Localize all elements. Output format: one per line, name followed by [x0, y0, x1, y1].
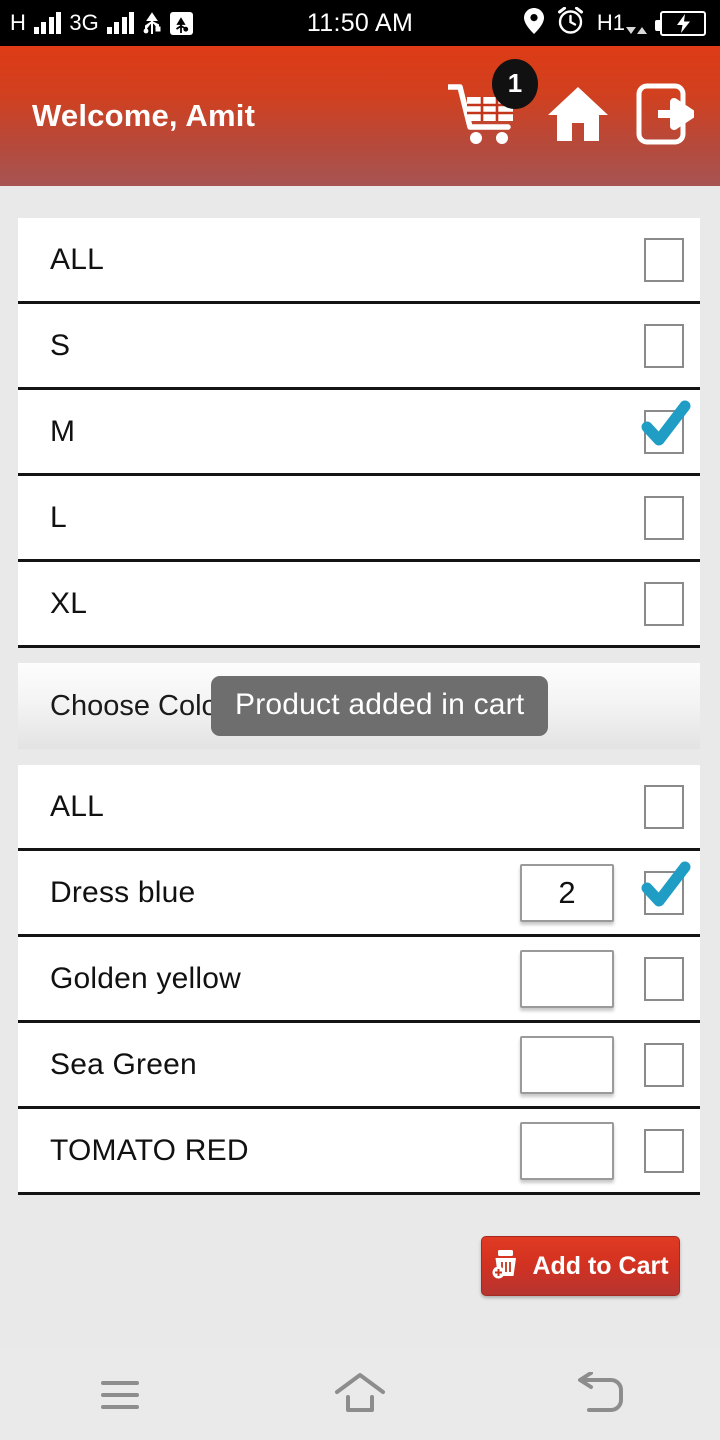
alarm-clock-icon: [557, 6, 584, 39]
size-row[interactable]: L: [18, 476, 700, 562]
status-bar: H 3G 11:50 AM H1: [0, 0, 720, 46]
back-button[interactable]: [480, 1370, 720, 1419]
home-icon: [546, 85, 610, 148]
toast-message: Product added in cart: [211, 676, 549, 736]
color-checkbox[interactable]: [628, 861, 700, 915]
add-to-cart-button[interactable]: Add to Cart: [481, 1236, 680, 1296]
color-row[interactable]: Sea Green: [18, 1023, 700, 1109]
color-label: Sea Green: [50, 1047, 197, 1081]
size-row[interactable]: ALL: [18, 218, 700, 304]
quantity-input[interactable]: [520, 949, 614, 1008]
color-label: ALL: [50, 789, 104, 823]
add-to-cart-label: Add to Cart: [532, 1251, 669, 1280]
color-checkbox[interactable]: [628, 956, 700, 1001]
color-label: Dress blue: [50, 875, 196, 909]
color-checkbox[interactable]: [628, 784, 700, 829]
size-label: ALL: [50, 242, 104, 276]
size-label: M: [50, 414, 76, 448]
header-actions: 1: [446, 58, 702, 150]
cart-badge-count: 1: [492, 58, 538, 109]
quantity-input[interactable]: [520, 1121, 614, 1180]
h1-data-icon: H1: [597, 12, 647, 34]
color-row[interactable]: Dress blue 2: [18, 851, 700, 937]
quantity-input[interactable]: [520, 1035, 614, 1094]
color-label: Golden yellow: [50, 961, 242, 995]
size-checkbox[interactable]: [628, 495, 700, 540]
color-row[interactable]: Golden yellow: [18, 937, 700, 1023]
size-checkbox[interactable]: [628, 400, 700, 454]
size-list: ALL S M L XL: [18, 218, 700, 648]
size-label: L: [50, 500, 67, 534]
size-row[interactable]: M: [18, 390, 700, 476]
home-nav-button[interactable]: [240, 1372, 480, 1419]
back-icon: [575, 1370, 625, 1419]
color-row[interactable]: ALL: [18, 765, 700, 851]
color-row[interactable]: TOMATO RED: [18, 1109, 700, 1195]
cart-button[interactable]: 1: [446, 58, 538, 150]
menu-icon: [101, 1381, 139, 1409]
recents-button[interactable]: [0, 1381, 240, 1409]
system-navigation-bar: [0, 1350, 720, 1440]
logout-icon: [636, 83, 696, 150]
color-label: TOMATO RED: [50, 1133, 249, 1167]
app-screen: H 3G 11:50 AM H1 Welcome, Amit 1 ALL S M…: [0, 0, 720, 1440]
color-list: ALL Dress blue 2 Golden yellow Sea Green TOMA…: [18, 765, 700, 1195]
home-button[interactable]: [546, 85, 610, 148]
app-header: Welcome, Amit 1: [0, 46, 720, 186]
quantity-input[interactable]: 2: [520, 863, 614, 922]
home-outline-icon: [334, 1372, 386, 1419]
size-row[interactable]: S: [18, 304, 700, 390]
size-label: XL: [50, 586, 88, 620]
basket-add-icon: [492, 1247, 522, 1286]
size-row[interactable]: XL: [18, 562, 700, 648]
size-checkbox[interactable]: [628, 581, 700, 626]
logout-button[interactable]: [636, 83, 696, 150]
battery-charging-icon: [655, 10, 706, 36]
size-label: S: [50, 328, 71, 362]
size-checkbox[interactable]: [628, 323, 700, 368]
color-checkbox[interactable]: [628, 1042, 700, 1087]
page-title: Welcome, Amit: [32, 98, 256, 133]
status-bar-right: H1: [523, 6, 706, 39]
color-checkbox[interactable]: [628, 1128, 700, 1173]
size-checkbox[interactable]: [628, 237, 700, 282]
location-pin-icon: [523, 7, 544, 39]
